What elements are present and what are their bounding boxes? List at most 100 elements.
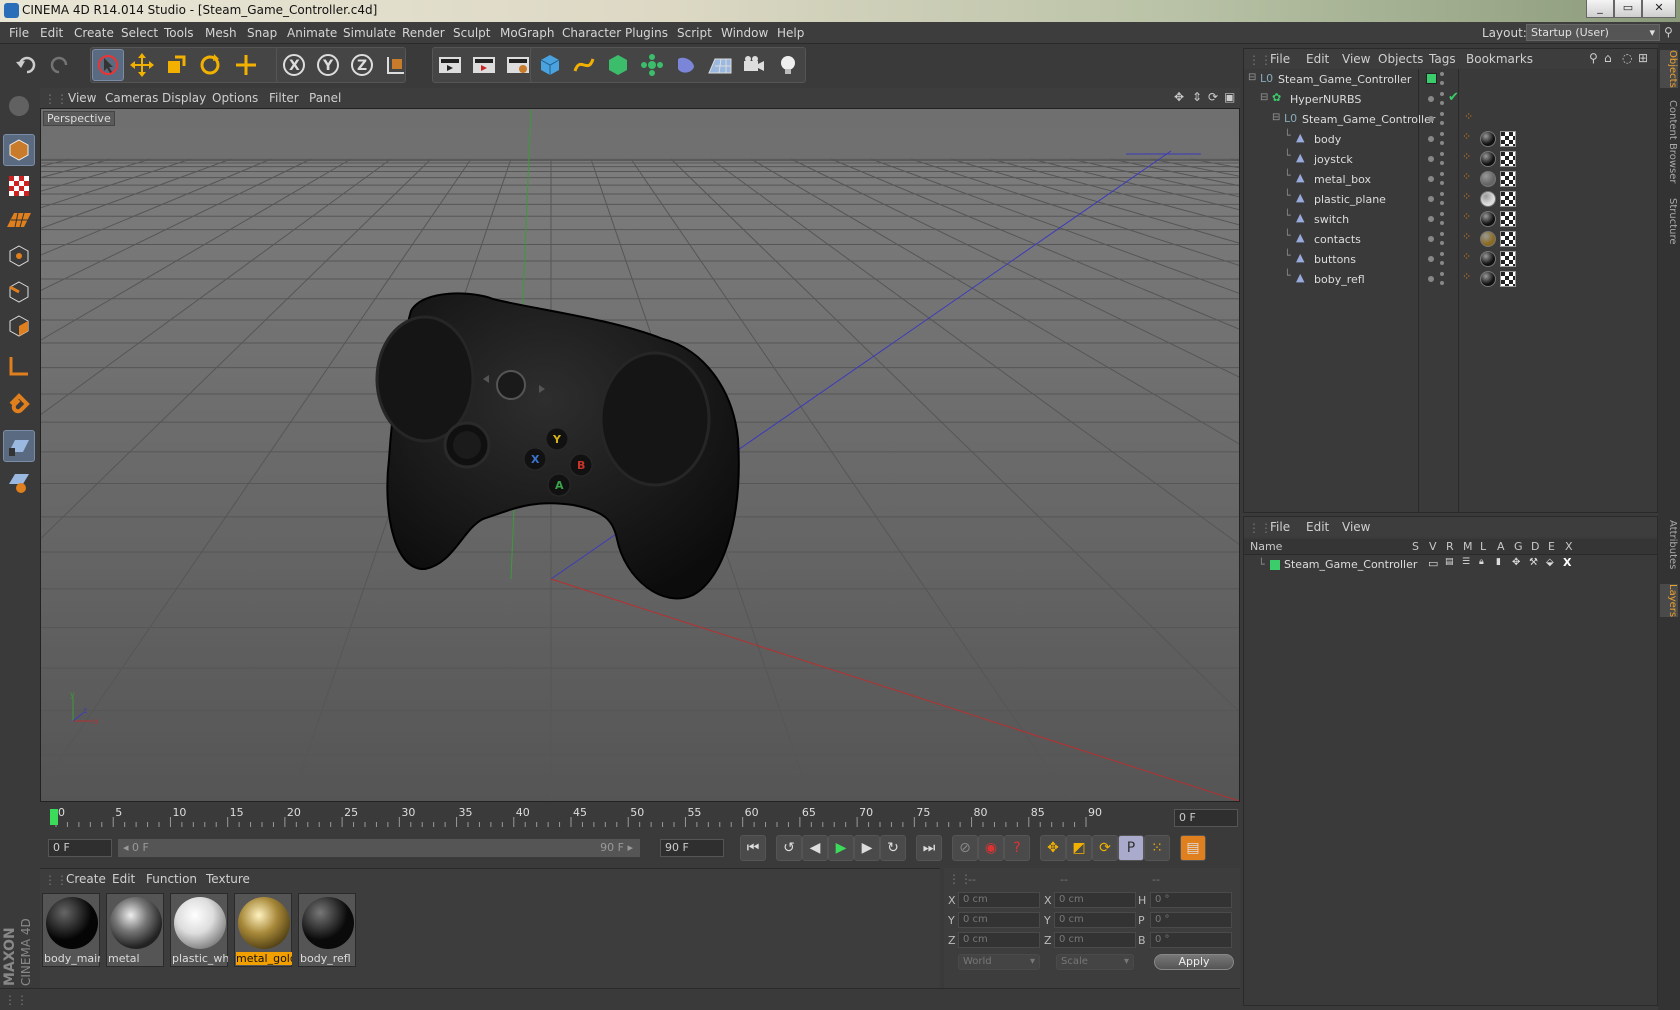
layer-row[interactable]: └ Steam_Game_Controller ▭ ▤ ☰ 🔒︎ ▮ ✥ ⚒ ⬙… xyxy=(1244,556,1657,574)
playhead[interactable] xyxy=(50,809,58,825)
phong-tag-icon[interactable]: ⁘ xyxy=(1462,250,1471,263)
xref-toggle-icon[interactable]: X xyxy=(1563,556,1571,569)
viewport-toggle-icon[interactable]: ▣ xyxy=(1224,90,1235,104)
viewport-menu-view[interactable]: View xyxy=(68,91,96,105)
key-pla-icon[interactable]: ⁙ xyxy=(1144,835,1170,861)
generator-toggle-icon[interactable]: ✥ xyxy=(1512,557,1520,568)
tab-structure[interactable]: Structure xyxy=(1660,198,1678,245)
y-axis-icon[interactable]: Y xyxy=(312,49,344,81)
deformer-toggle-icon[interactable]: ⚒ xyxy=(1529,557,1538,568)
phong-tag-icon[interactable]: ⁘ xyxy=(1462,210,1471,223)
menu-tools[interactable]: Tools xyxy=(164,26,194,40)
snap-grid-icon[interactable] xyxy=(3,430,35,462)
play-icon[interactable]: ▶ xyxy=(828,835,854,861)
phong-tag-icon[interactable]: ⁘ xyxy=(1462,170,1471,183)
editor-visibility-dot[interactable] xyxy=(1428,116,1434,122)
search-icon[interactable]: ⚲ xyxy=(1589,51,1598,65)
render-visibility-dot[interactable] xyxy=(1440,121,1444,125)
object-row[interactable]: ⊟ ✿ HyperNURBS ✔ xyxy=(1244,89,1657,109)
layer-color-swatch[interactable] xyxy=(1426,73,1437,84)
material-tag-icon[interactable] xyxy=(1480,211,1496,227)
uvw-tag-icon[interactable] xyxy=(1500,271,1516,287)
tab-layers[interactable]: Layers xyxy=(1660,584,1678,618)
menu-mograph[interactable]: MoGraph xyxy=(500,26,555,40)
size-z-field[interactable]: 0 cm xyxy=(1054,932,1136,948)
uvw-tag-icon[interactable] xyxy=(1500,231,1516,247)
phong-tag-icon[interactable]: ⁘ xyxy=(1462,150,1471,163)
home-icon[interactable]: ⌂ xyxy=(1604,51,1612,65)
object-row[interactable]: └ ▲ plastic_plane ⁘ xyxy=(1244,189,1657,209)
render-visibility-dot[interactable] xyxy=(1440,241,1444,245)
menu-window[interactable]: Window xyxy=(721,26,768,40)
render-visibility-dot[interactable] xyxy=(1440,101,1444,105)
snap-settings-icon[interactable] xyxy=(3,466,35,498)
editor-visibility-dot[interactable] xyxy=(1440,272,1444,276)
uvw-tag-icon[interactable] xyxy=(1500,151,1516,167)
scale-icon[interactable] xyxy=(160,49,192,81)
timeline-window-icon[interactable]: ▤ xyxy=(1180,835,1206,861)
coordinate-system-icon[interactable] xyxy=(380,49,412,81)
object-row[interactable]: └ ▲ contacts ⁘ xyxy=(1244,229,1657,249)
viewport-menu-options[interactable]: Options xyxy=(212,91,258,105)
points-mode-icon[interactable] xyxy=(3,240,35,272)
editor-visibility-dot[interactable] xyxy=(1440,172,1444,176)
material-menu-texture[interactable]: Texture xyxy=(206,872,250,886)
previous-key-icon[interactable]: ↺ xyxy=(776,835,802,861)
render-visibility-dot[interactable] xyxy=(1440,161,1444,165)
pos-z-field[interactable]: 0 cm xyxy=(958,932,1040,948)
menu-plugins[interactable]: Plugins xyxy=(625,26,668,40)
object-row[interactable]: └ ▲ joystck ⁘ xyxy=(1244,149,1657,169)
manager-toggle-icon[interactable]: ☰ xyxy=(1462,557,1470,567)
rotate-icon[interactable] xyxy=(194,49,226,81)
editor-visibility-dot[interactable] xyxy=(1428,236,1434,242)
viewport-menu-panel[interactable]: Panel xyxy=(309,91,341,105)
viewport-menu-filter[interactable]: Filter xyxy=(269,91,299,105)
tab-content-browser[interactable]: Content Browser xyxy=(1660,100,1678,183)
undo-icon[interactable] xyxy=(10,49,42,81)
move-icon[interactable] xyxy=(126,49,158,81)
keyframe-selection-icon[interactable]: ? xyxy=(1004,835,1030,861)
material-swatch[interactable]: body_main xyxy=(42,893,100,967)
eye-icon[interactable]: ◌ xyxy=(1622,51,1632,65)
x-axis-icon[interactable]: X xyxy=(278,49,310,81)
render-visibility-dot[interactable] xyxy=(1440,221,1444,225)
minimize-button[interactable]: _ xyxy=(1586,0,1614,18)
phong-tag-icon[interactable]: ⁘ xyxy=(1462,270,1471,283)
object-menu-view[interactable]: View xyxy=(1342,52,1370,66)
object-menu-edit[interactable]: Edit xyxy=(1306,52,1329,66)
collapse-icon[interactable]: ⊟ xyxy=(1260,92,1268,103)
object-menu-bookmarks[interactable]: Bookmarks xyxy=(1466,52,1533,66)
editor-visibility-dot[interactable] xyxy=(1440,232,1444,236)
close-button[interactable]: ✕ xyxy=(1642,0,1676,18)
edges-mode-icon[interactable] xyxy=(3,276,35,308)
menu-render[interactable]: Render xyxy=(402,26,445,40)
object-row[interactable]: └ ▲ switch ⁘ xyxy=(1244,209,1657,229)
editor-visibility-dot[interactable] xyxy=(1428,156,1434,162)
object-row[interactable]: ⊟ L0 Steam_Game_Controller ⁘ xyxy=(1244,109,1657,129)
next-frame-icon[interactable]: ▶ xyxy=(854,835,880,861)
phong-tag-icon[interactable]: ⁘ xyxy=(1462,130,1471,143)
editor-visibility-dot[interactable] xyxy=(1428,176,1434,182)
material-tag-icon[interactable] xyxy=(1480,191,1496,207)
size-y-field[interactable]: 0 cm xyxy=(1054,912,1136,928)
search-icon[interactable]: ⚲ xyxy=(1664,25,1673,39)
material-swatch[interactable]: metal_gold xyxy=(234,893,292,967)
editor-visibility-dot[interactable] xyxy=(1440,212,1444,216)
magnet-icon[interactable] xyxy=(3,388,35,420)
render-picture-viewer-icon[interactable] xyxy=(468,49,500,81)
editor-visibility-dot[interactable] xyxy=(1440,192,1444,196)
layer-menu-view[interactable]: View xyxy=(1342,520,1370,534)
lock-toggle-icon[interactable]: 🔒︎ xyxy=(1479,557,1484,567)
uvw-tag-icon[interactable] xyxy=(1500,131,1516,147)
enabled-check-icon[interactable]: ✔ xyxy=(1448,90,1459,105)
material-swatch[interactable]: metal xyxy=(106,893,164,967)
rot-h-field[interactable]: 0 ° xyxy=(1150,892,1232,908)
key-position-icon[interactable]: ✥ xyxy=(1040,835,1066,861)
editor-visibility-dot[interactable] xyxy=(1428,136,1434,142)
object-menu-tags[interactable]: Tags xyxy=(1429,52,1456,66)
collapse-icon[interactable]: ⊟ xyxy=(1272,112,1280,123)
pos-y-field[interactable]: 0 cm xyxy=(958,912,1040,928)
viewport-move-icon[interactable]: ✥ xyxy=(1174,90,1184,104)
size-x-field[interactable]: 0 cm xyxy=(1054,892,1136,908)
viewport-menu-cameras[interactable]: Cameras xyxy=(105,91,158,105)
